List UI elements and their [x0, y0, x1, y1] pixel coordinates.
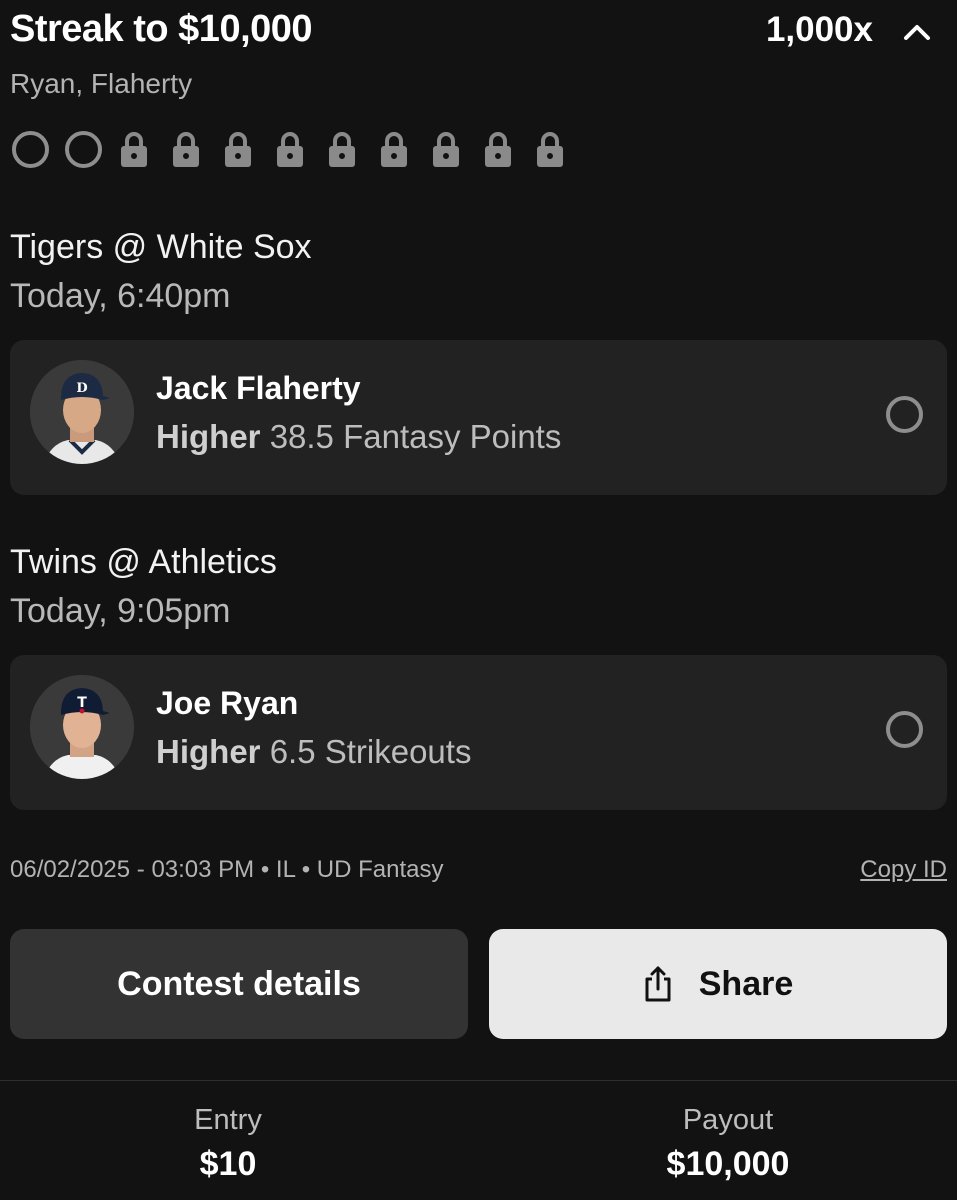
pick-stat: 38.5 Fantasy Points — [269, 418, 562, 455]
share-label: Share — [698, 964, 794, 1003]
player-name: Jack Flaherty — [156, 370, 361, 406]
player-headshot: D — [30, 360, 134, 464]
lock-icon — [225, 132, 251, 167]
game-matchup: Tigers @ White Sox — [10, 228, 312, 266]
game-matchup: Twins @ Athletics — [10, 543, 277, 581]
pick-card[interactable]: T Joe Ryan Higher 6.5 Strikeouts — [10, 655, 947, 810]
player-avatar: D — [30, 360, 134, 464]
pick-line: Higher 38.5 Fantasy Points — [156, 418, 561, 456]
share-button[interactable]: Share — [489, 929, 947, 1039]
lock-icon — [121, 132, 147, 167]
pick-direction: Higher — [156, 418, 261, 455]
streak-progress — [12, 130, 586, 168]
player-avatar: T — [30, 675, 134, 779]
entry-players: Ryan, Flaherty — [10, 68, 193, 99]
contest-details-label: Contest details — [117, 964, 361, 1003]
copy-id-link[interactable]: Copy ID — [860, 856, 947, 884]
entry-title: Streak to $10,000 — [10, 8, 313, 50]
entry-meta: 06/02/2025 - 03:03 PM • IL • UD Fantasy — [10, 856, 444, 883]
lock-icon — [485, 132, 511, 167]
game-time: Today, 9:05pm — [10, 592, 231, 630]
contest-details-button[interactable]: Contest details — [10, 929, 468, 1039]
entry-card-page: Streak to $10,000 1,000x Ryan, Flaherty … — [0, 0, 957, 1200]
payout-multiplier: 1,000x — [765, 10, 873, 49]
pick-direction: Higher — [156, 733, 261, 770]
entry-value: $10 — [199, 1145, 257, 1183]
empty-circle-icon — [886, 711, 923, 748]
pick-card[interactable]: D Jack Flaherty Higher 38.5 Fantasy Poin… — [10, 340, 947, 495]
entry-summary: Entry $10 — [78, 1104, 378, 1184]
empty-circle-icon — [886, 396, 923, 433]
entry-label: Entry — [194, 1104, 262, 1136]
collapse-button[interactable] — [895, 12, 939, 52]
game-time: Today, 6:40pm — [10, 277, 231, 315]
player-name: Joe Ryan — [156, 685, 299, 721]
pick-stat: 6.5 Strikeouts — [269, 733, 472, 770]
svg-text:D: D — [76, 381, 87, 396]
entry-header[interactable]: Streak to $10,000 1,000x — [10, 4, 947, 56]
share-icon — [645, 966, 671, 1002]
chevron-up-icon — [904, 25, 930, 40]
payout-value: $10,000 — [666, 1145, 790, 1183]
lock-icon — [277, 132, 303, 167]
payout-summary: Payout $10,000 — [578, 1104, 878, 1184]
lock-icon — [433, 132, 459, 167]
player-headshot: T — [30, 675, 134, 779]
footer-divider — [0, 1080, 957, 1081]
pick-line: Higher 6.5 Strikeouts — [156, 733, 471, 771]
empty-circle-icon — [65, 130, 102, 168]
lock-icon — [537, 132, 563, 167]
lock-icon — [329, 132, 355, 167]
lock-icon — [173, 132, 199, 167]
payout-label: Payout — [682, 1104, 774, 1136]
lock-icon — [381, 132, 407, 167]
empty-circle-icon — [12, 130, 49, 168]
